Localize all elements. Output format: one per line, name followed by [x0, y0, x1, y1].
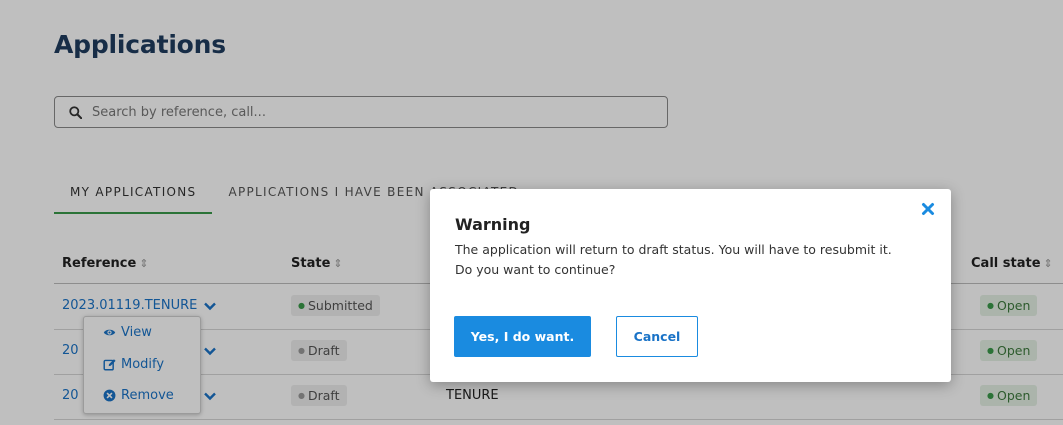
cancel-button[interactable]: Cancel [616, 316, 698, 357]
close-button[interactable] [920, 202, 936, 218]
dialog-message-line: The application will return to draft sta… [455, 242, 892, 257]
warning-dialog: Warning The application will return to d… [430, 189, 951, 382]
dialog-question: Do you want to continue? [455, 262, 616, 277]
confirm-button[interactable]: Yes, I do want. [454, 316, 591, 357]
dialog-message: The application will return to draft sta… [455, 240, 892, 280]
dialog-title: Warning [455, 215, 531, 234]
close-icon [922, 203, 934, 215]
